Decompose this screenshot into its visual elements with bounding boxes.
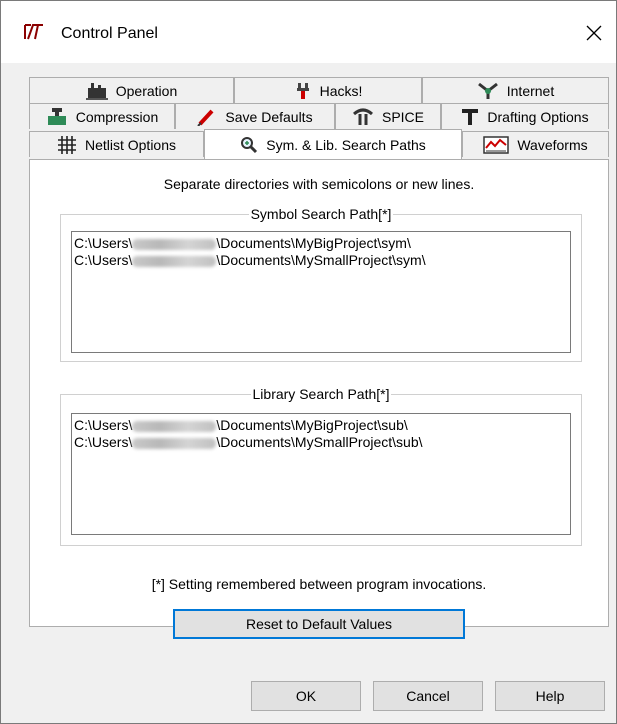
redacted-username: [132, 255, 217, 267]
tab-label: Internet: [506, 82, 555, 99]
library-search-path-legend: Library Search Path[*]: [250, 386, 392, 402]
ltspice-logo-icon: [24, 24, 43, 40]
tab-label: Save Defaults: [225, 108, 313, 125]
network-icon: [477, 82, 498, 99]
grid-icon: [57, 135, 76, 154]
close-icon: [586, 25, 602, 41]
symbol-search-path-textarea[interactable]: C:\Users\ \Documents\MyBigProject\sym\ C:…: [71, 231, 571, 353]
tab-label: Waveforms: [517, 136, 588, 153]
separator-hint: Separate directories with semicolons or …: [163, 176, 475, 192]
search-paths-panel: Separate directories with semicolons or …: [29, 159, 609, 627]
tab-label: SPICE: [381, 108, 424, 125]
waveform-icon: [483, 135, 510, 154]
tab-sym-lib-search-paths[interactable]: Sym. & Lib. Search Paths: [204, 129, 462, 159]
tab-label: Hacks!: [319, 82, 363, 99]
close-button[interactable]: [576, 15, 612, 51]
window-title: Control Panel: [61, 25, 158, 42]
tee-icon: [462, 108, 479, 125]
cancel-button[interactable]: Cancel: [373, 681, 483, 711]
tab-label: Sym. & Lib. Search Paths: [266, 136, 426, 153]
tab-label: Operation: [115, 82, 178, 99]
tab-compression[interactable]: Compression: [29, 103, 175, 129]
probe-icon: [197, 109, 214, 126]
symbol-search-path-group: Symbol Search Path[*] C:\Users\ \Document…: [60, 206, 582, 362]
symbol-search-path-legend: Symbol Search Path[*]: [248, 206, 394, 222]
spice-icon: [352, 108, 373, 125]
tab-save-defaults[interactable]: Save Defaults: [175, 103, 335, 129]
path-line: C:\Users\ \Documents\MySmallProject\sub\: [74, 434, 423, 450]
path-line: C:\Users\ \Documents\MyBigProject\sym\: [74, 235, 411, 251]
redacted-username: [132, 238, 217, 250]
help-button[interactable]: Help: [495, 681, 605, 711]
tab-drafting-options[interactable]: Drafting Options: [441, 103, 609, 129]
tab-waveforms[interactable]: Waveforms: [462, 131, 609, 157]
reset-to-defaults-button[interactable]: Reset to Default Values: [173, 609, 465, 639]
ok-button[interactable]: OK: [251, 681, 361, 711]
compression-icon: [47, 107, 66, 125]
magnifier-icon: [241, 136, 258, 153]
plant-icon: [85, 82, 108, 100]
library-search-path-textarea[interactable]: C:\Users\ \Documents\MyBigProject\sub\ C:…: [71, 413, 571, 535]
path-line: C:\Users\ \Documents\MyBigProject\sub\: [74, 417, 408, 433]
path-line: C:\Users\ \Documents\MySmallProject\sym\: [74, 252, 426, 268]
tab-label: Drafting Options: [487, 108, 589, 125]
tab-label: Netlist Options: [84, 136, 177, 153]
tab-internet[interactable]: Internet: [422, 77, 609, 103]
library-search-path-group: Library Search Path[*] C:\Users\ \Documen…: [60, 386, 582, 546]
redacted-username: [132, 437, 217, 449]
title-bar[interactable]: Control Panel: [1, 1, 616, 63]
tab-label: Compression: [75, 108, 159, 125]
remembered-setting-note: [*] Setting remembered between program i…: [151, 576, 487, 592]
control-panel-window: Control Panel Operation Hacks! Internet: [0, 0, 617, 724]
tab-netlist-options[interactable]: Netlist Options: [29, 131, 204, 157]
tab-spice[interactable]: SPICE: [335, 103, 441, 129]
tab-operation[interactable]: Operation: [29, 77, 234, 103]
tab-hacks[interactable]: Hacks!: [234, 77, 422, 103]
wrench-icon: [296, 82, 309, 99]
redacted-username: [132, 420, 217, 432]
